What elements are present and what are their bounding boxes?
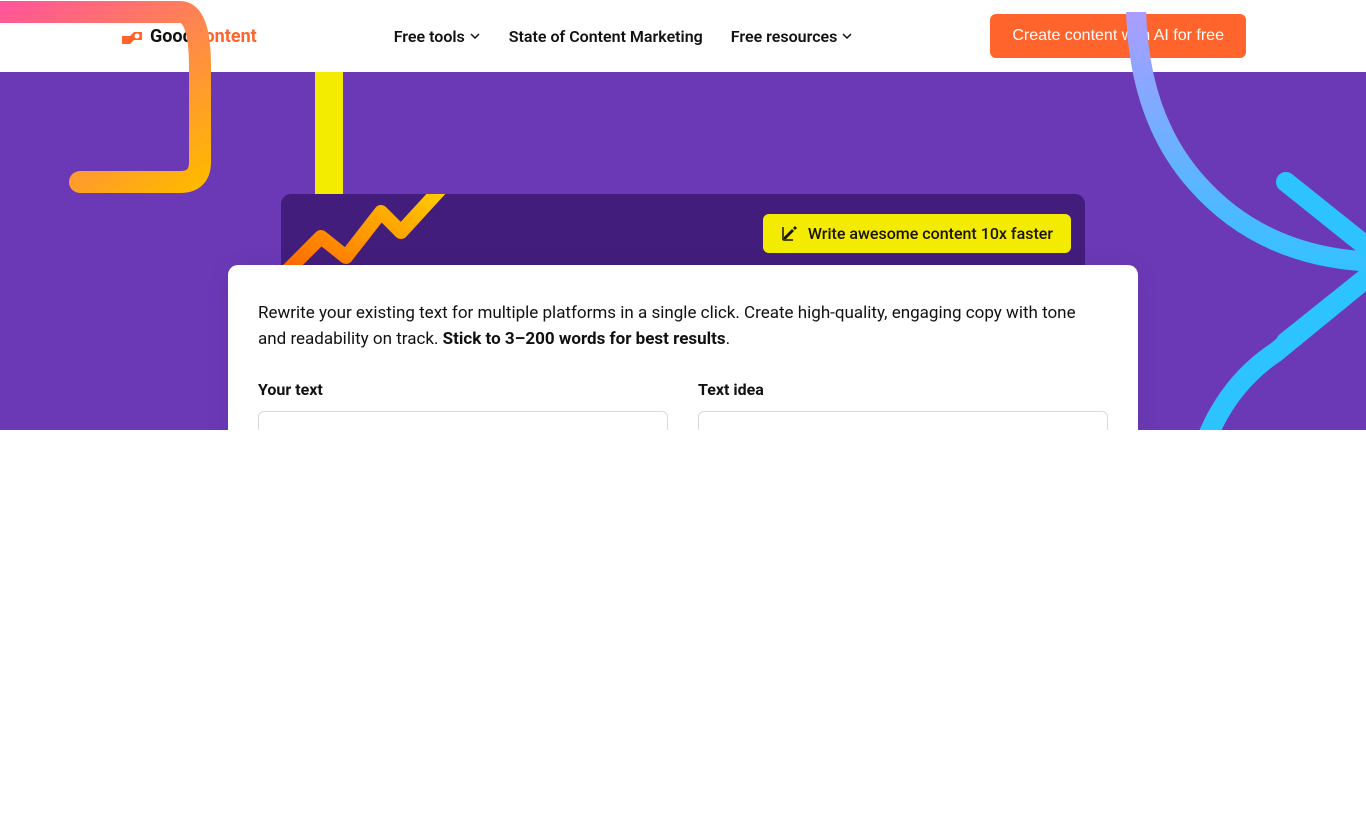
main-nav: Free tools State of Content Marketing Fr…	[394, 27, 854, 46]
chevron-down-icon	[841, 30, 853, 42]
write-faster-badge[interactable]: Write awesome content 10x faster	[763, 214, 1071, 253]
edit-icon	[781, 224, 799, 242]
desc-end: .	[726, 329, 730, 349]
nav-state-of-content[interactable]: State of Content Marketing	[509, 27, 703, 46]
tool-description: Rewrite your existing text for multiple …	[258, 301, 1108, 352]
nav-free-tools-label: Free tools	[394, 27, 465, 46]
decorative-gradient-shape-left	[0, 0, 280, 252]
text-idea-label: Text idea	[698, 380, 1108, 399]
decorative-zigzag-icon	[281, 194, 471, 272]
nav-free-tools[interactable]: Free tools	[394, 27, 481, 46]
promo-bar: Write awesome content 10x faster	[281, 194, 1085, 272]
nav-free-resources[interactable]: Free resources	[731, 27, 854, 46]
nav-free-resources-label: Free resources	[731, 27, 838, 46]
hero-background: Write awesome content 10x faster Rewrite…	[0, 72, 1366, 430]
lower-background	[0, 430, 1366, 840]
write-faster-label: Write awesome content 10x faster	[808, 224, 1053, 243]
desc-strong: Stick to 3–200 words for best results	[443, 329, 726, 349]
nav-state-label: State of Content Marketing	[509, 27, 703, 46]
your-text-label: Your text	[258, 380, 668, 399]
chevron-down-icon	[469, 30, 481, 42]
decorative-yellow-bar	[315, 72, 343, 202]
